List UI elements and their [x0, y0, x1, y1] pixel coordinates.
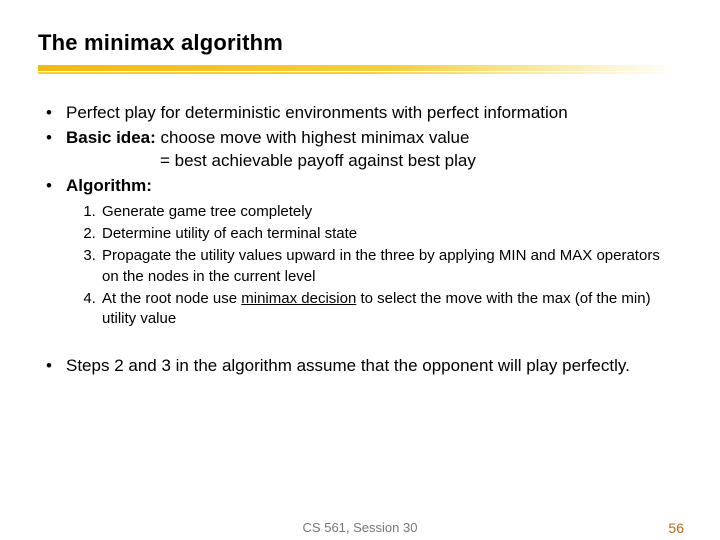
bullet-4-text: Steps 2 and 3 in the algorithm assume th…: [66, 356, 630, 375]
step-4-underline: minimax decision: [241, 290, 356, 307]
slide: The minimax algorithm Perfect play for d…: [0, 0, 720, 540]
bullet-4: Steps 2 and 3 in the algorithm assume th…: [42, 355, 682, 378]
page-number: 56: [668, 520, 684, 536]
bullet-2-eq: = best achievable payoff against best pl…: [66, 150, 682, 173]
bullet-2: Basic idea: choose move with highest min…: [42, 127, 682, 173]
algorithm-steps: Generate game tree completely Determine …: [36, 202, 684, 330]
bullet-list: Perfect play for deterministic environme…: [36, 102, 684, 198]
step-4: At the root node use minimax decision to…: [100, 289, 684, 330]
step-3: Propagate the utility values upward in t…: [100, 246, 684, 287]
footer-center: CS 561, Session 30: [0, 520, 720, 535]
accent-bar-main: [38, 65, 678, 71]
spacer: [36, 331, 684, 355]
bullet-list-2: Steps 2 and 3 in the algorithm assume th…: [36, 355, 684, 378]
step-1-text: Generate game tree completely: [102, 203, 312, 220]
accent-bar-thin: [38, 72, 678, 74]
accent-bar: [38, 62, 684, 76]
bullet-2-label: Basic idea:: [66, 128, 156, 147]
bullet-1: Perfect play for deterministic environme…: [42, 102, 682, 125]
bullet-2-text: choose move with highest minimax value: [156, 128, 470, 147]
step-3-text: Propagate the utility values upward in t…: [102, 247, 660, 284]
bullet-1-text: Perfect play for deterministic environme…: [66, 103, 568, 122]
step-4-text-a: At the root node use: [102, 290, 241, 307]
step-1: Generate game tree completely: [100, 202, 684, 222]
bullet-3-label: Algorithm:: [66, 176, 152, 195]
bullet-3: Algorithm:: [42, 175, 682, 198]
step-2: Determine utility of each terminal state: [100, 224, 684, 244]
step-2-text: Determine utility of each terminal state: [102, 225, 357, 242]
slide-title: The minimax algorithm: [38, 30, 684, 56]
